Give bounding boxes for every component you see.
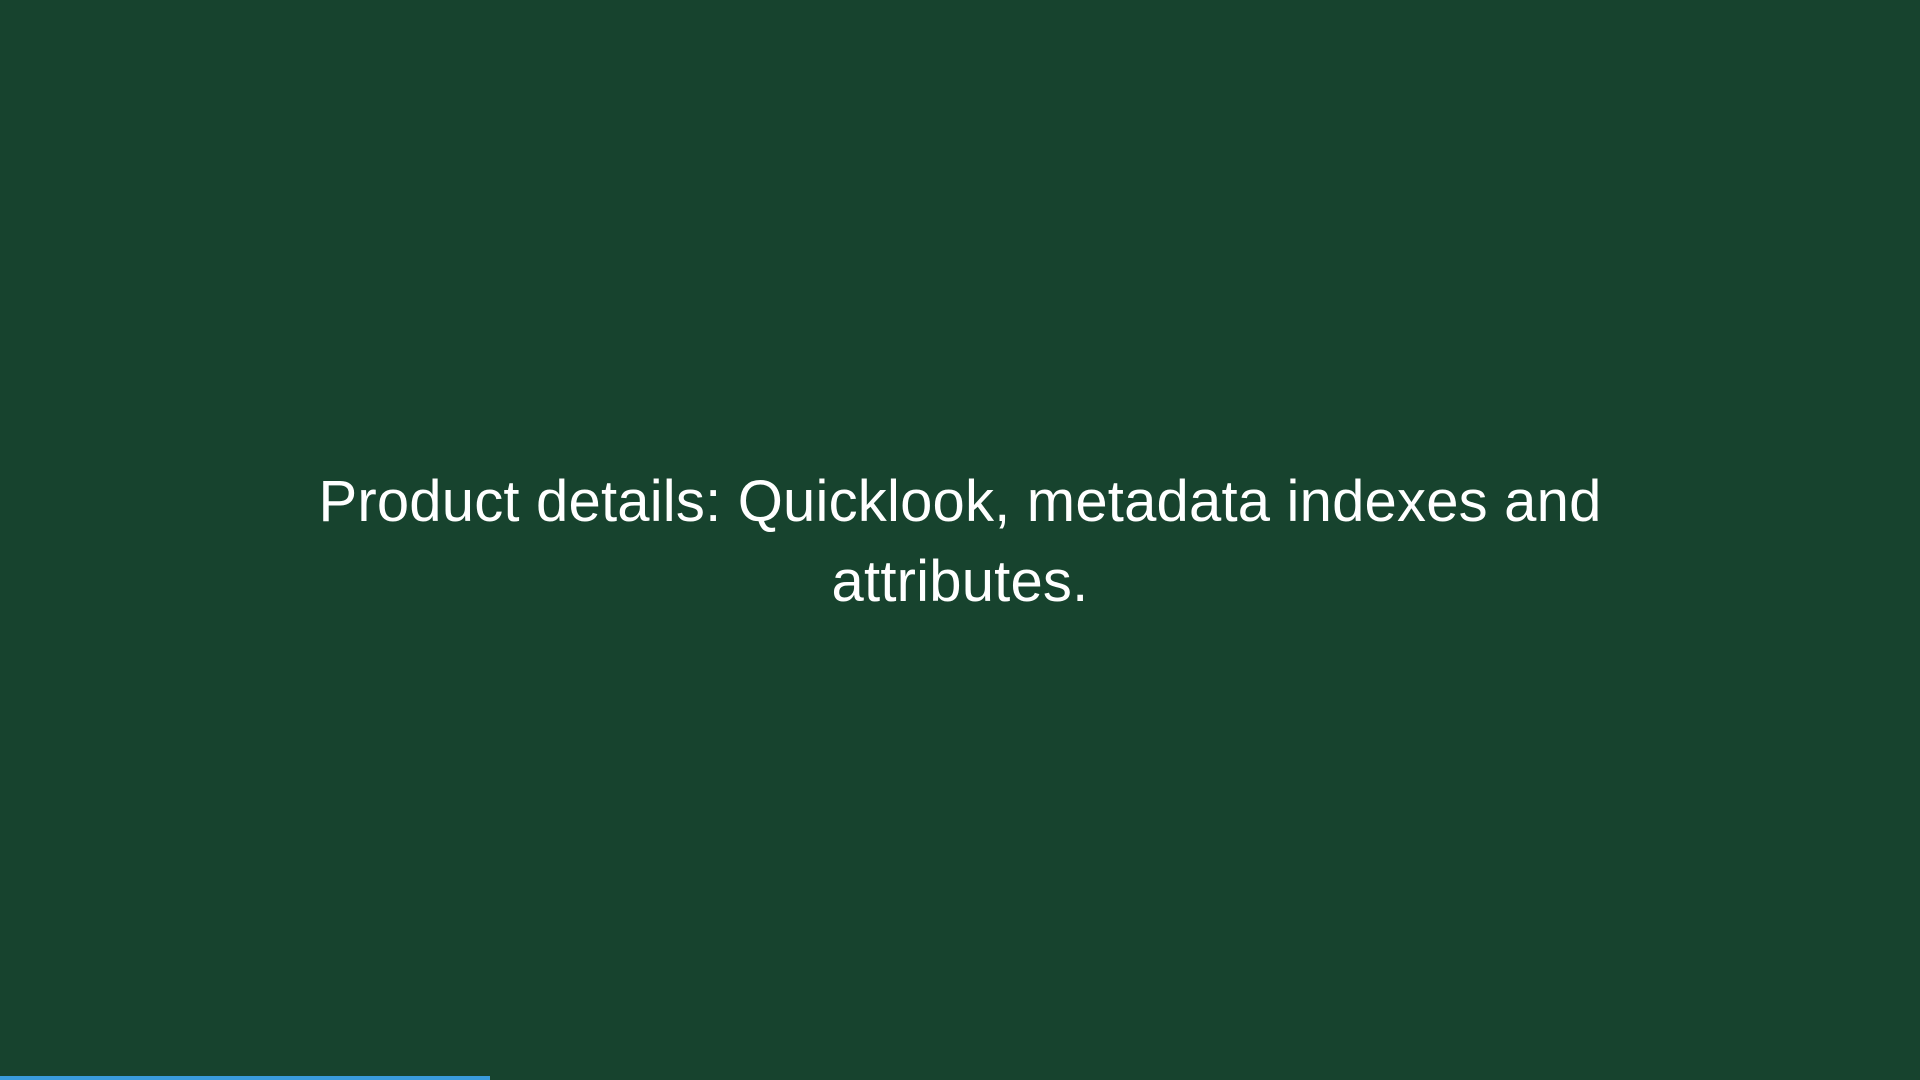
progress-bar-fill [0, 1076, 490, 1080]
slide-caption: Product details: Quicklook, metadata ind… [318, 469, 1602, 614]
progress-bar[interactable] [0, 1076, 1920, 1080]
slide: Product details: Quicklook, metadata ind… [0, 0, 1920, 1080]
